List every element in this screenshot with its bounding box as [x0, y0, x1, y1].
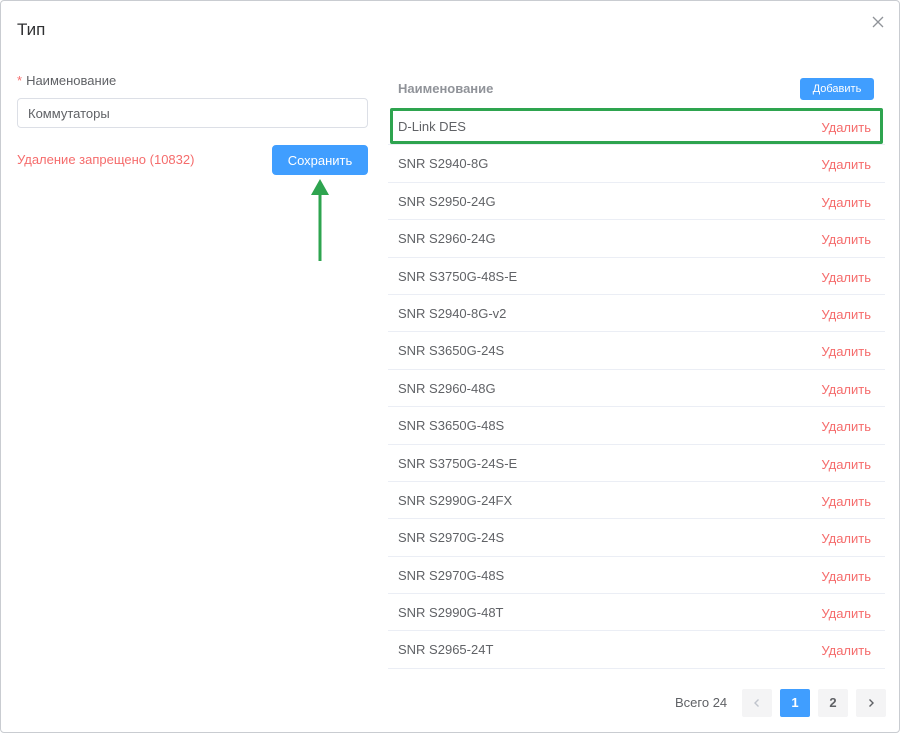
column-header-name: Наименование [398, 81, 494, 96]
table-row: SNR S2990G-48T Удалить [388, 594, 885, 632]
chevron-left-icon [754, 699, 759, 707]
table-row: SNR S3750G-24S-E Удалить [388, 445, 885, 482]
delete-link[interactable]: Удалить [821, 195, 871, 210]
delete-link[interactable]: Удалить [821, 307, 871, 322]
name-input[interactable] [17, 98, 368, 128]
delete-link[interactable]: Удалить [821, 344, 871, 359]
delete-link[interactable]: Удалить [821, 120, 871, 135]
delete-link[interactable]: Удалить [821, 232, 871, 247]
row-name: SNR S2960-24G [398, 231, 496, 247]
row-name: SNR S2940-8G-v2 [398, 305, 507, 321]
table-row: SNR S3650G-24S Удалить [388, 332, 885, 370]
table-row: SNR S3650G-48S Удалить [388, 407, 885, 445]
delete-link[interactable]: Удалить [821, 382, 871, 397]
row-name: SNR S3650G-48S [398, 418, 505, 434]
name-label: * Наименование [17, 73, 116, 88]
table-row: D-Link DES Удалить [388, 108, 885, 146]
row-name: SNR S2970G-48S [398, 567, 505, 583]
row-name: SNR S2970G-24S [398, 530, 505, 546]
table-row: SNR S2965-24T Удалить [388, 631, 885, 669]
add-button[interactable]: Добавить [800, 78, 874, 100]
table-row: SNR S2970G-24S Удалить [388, 519, 885, 557]
delete-link[interactable]: Удалить [821, 270, 871, 285]
row-name: SNR S2960-48G [398, 380, 496, 396]
row-name: SNR S2965-24T [398, 642, 494, 658]
deletion-forbidden-text: Удаление запрещено (10832) [17, 152, 195, 167]
table-row: SNR S2970G-48S Удалить [388, 557, 885, 595]
list-header: Наименование Добавить [388, 71, 885, 107]
page-1-button[interactable]: 1 [780, 689, 810, 717]
delete-link[interactable]: Удалить [821, 494, 871, 509]
name-label-text: Наименование [26, 73, 117, 88]
table-row: SNR S2940-8G Удалить [388, 145, 885, 183]
row-name: SNR S3650G-24S [398, 343, 505, 359]
pagination: Всего 24 1 2 [1, 689, 900, 717]
delete-link[interactable]: Удалить [821, 531, 871, 546]
save-button[interactable]: Сохранить [272, 145, 368, 175]
row-name: D-Link DES [398, 119, 466, 134]
arrow-up-icon [311, 179, 329, 261]
delete-link[interactable]: Удалить [821, 606, 871, 621]
table-row: SNR S3750G-48S-E Удалить [388, 258, 885, 295]
table-row: SNR S2950-24G Удалить [388, 183, 885, 221]
row-name: SNR S2950-24G [398, 193, 496, 209]
delete-link[interactable]: Удалить [821, 569, 871, 584]
delete-link[interactable]: Удалить [821, 457, 871, 472]
table-row: SNR S2940-8G-v2 Удалить [388, 295, 885, 333]
chevron-right-icon [869, 699, 874, 707]
row-name: SNR S2940-8G [398, 156, 489, 172]
delete-link[interactable]: Удалить [821, 157, 871, 172]
type-list: D-Link DES Удалить SNR S2940-8G Удалить SNR … [388, 108, 885, 669]
page-2-button[interactable]: 2 [818, 689, 848, 717]
type-dialog: Тип *Наименование Удаление запрещено (10… [0, 0, 900, 733]
required-mark: * [17, 73, 23, 88]
prev-page-button[interactable] [742, 689, 772, 717]
next-page-button[interactable] [856, 689, 886, 717]
table-row: SNR S2990G-24FX Удалить [388, 482, 885, 520]
row-name: SNR S2990G-24FX [398, 492, 513, 508]
row-name: SNR S3750G-48S-E [398, 268, 518, 284]
row-name: SNR S3750G-24S-E [398, 455, 518, 471]
close-icon[interactable] [870, 14, 886, 30]
dialog-title: Тип [17, 20, 46, 39]
table-row: SNR S2960-48G Удалить [388, 370, 885, 408]
row-name: SNR S2990G-48T [398, 605, 504, 621]
table-row: SNR S2960-24G Удалить [388, 220, 885, 258]
delete-link[interactable]: Удалить [821, 419, 871, 434]
delete-link[interactable]: Удалить [821, 643, 871, 658]
total-count: Всего 24 [675, 695, 728, 710]
